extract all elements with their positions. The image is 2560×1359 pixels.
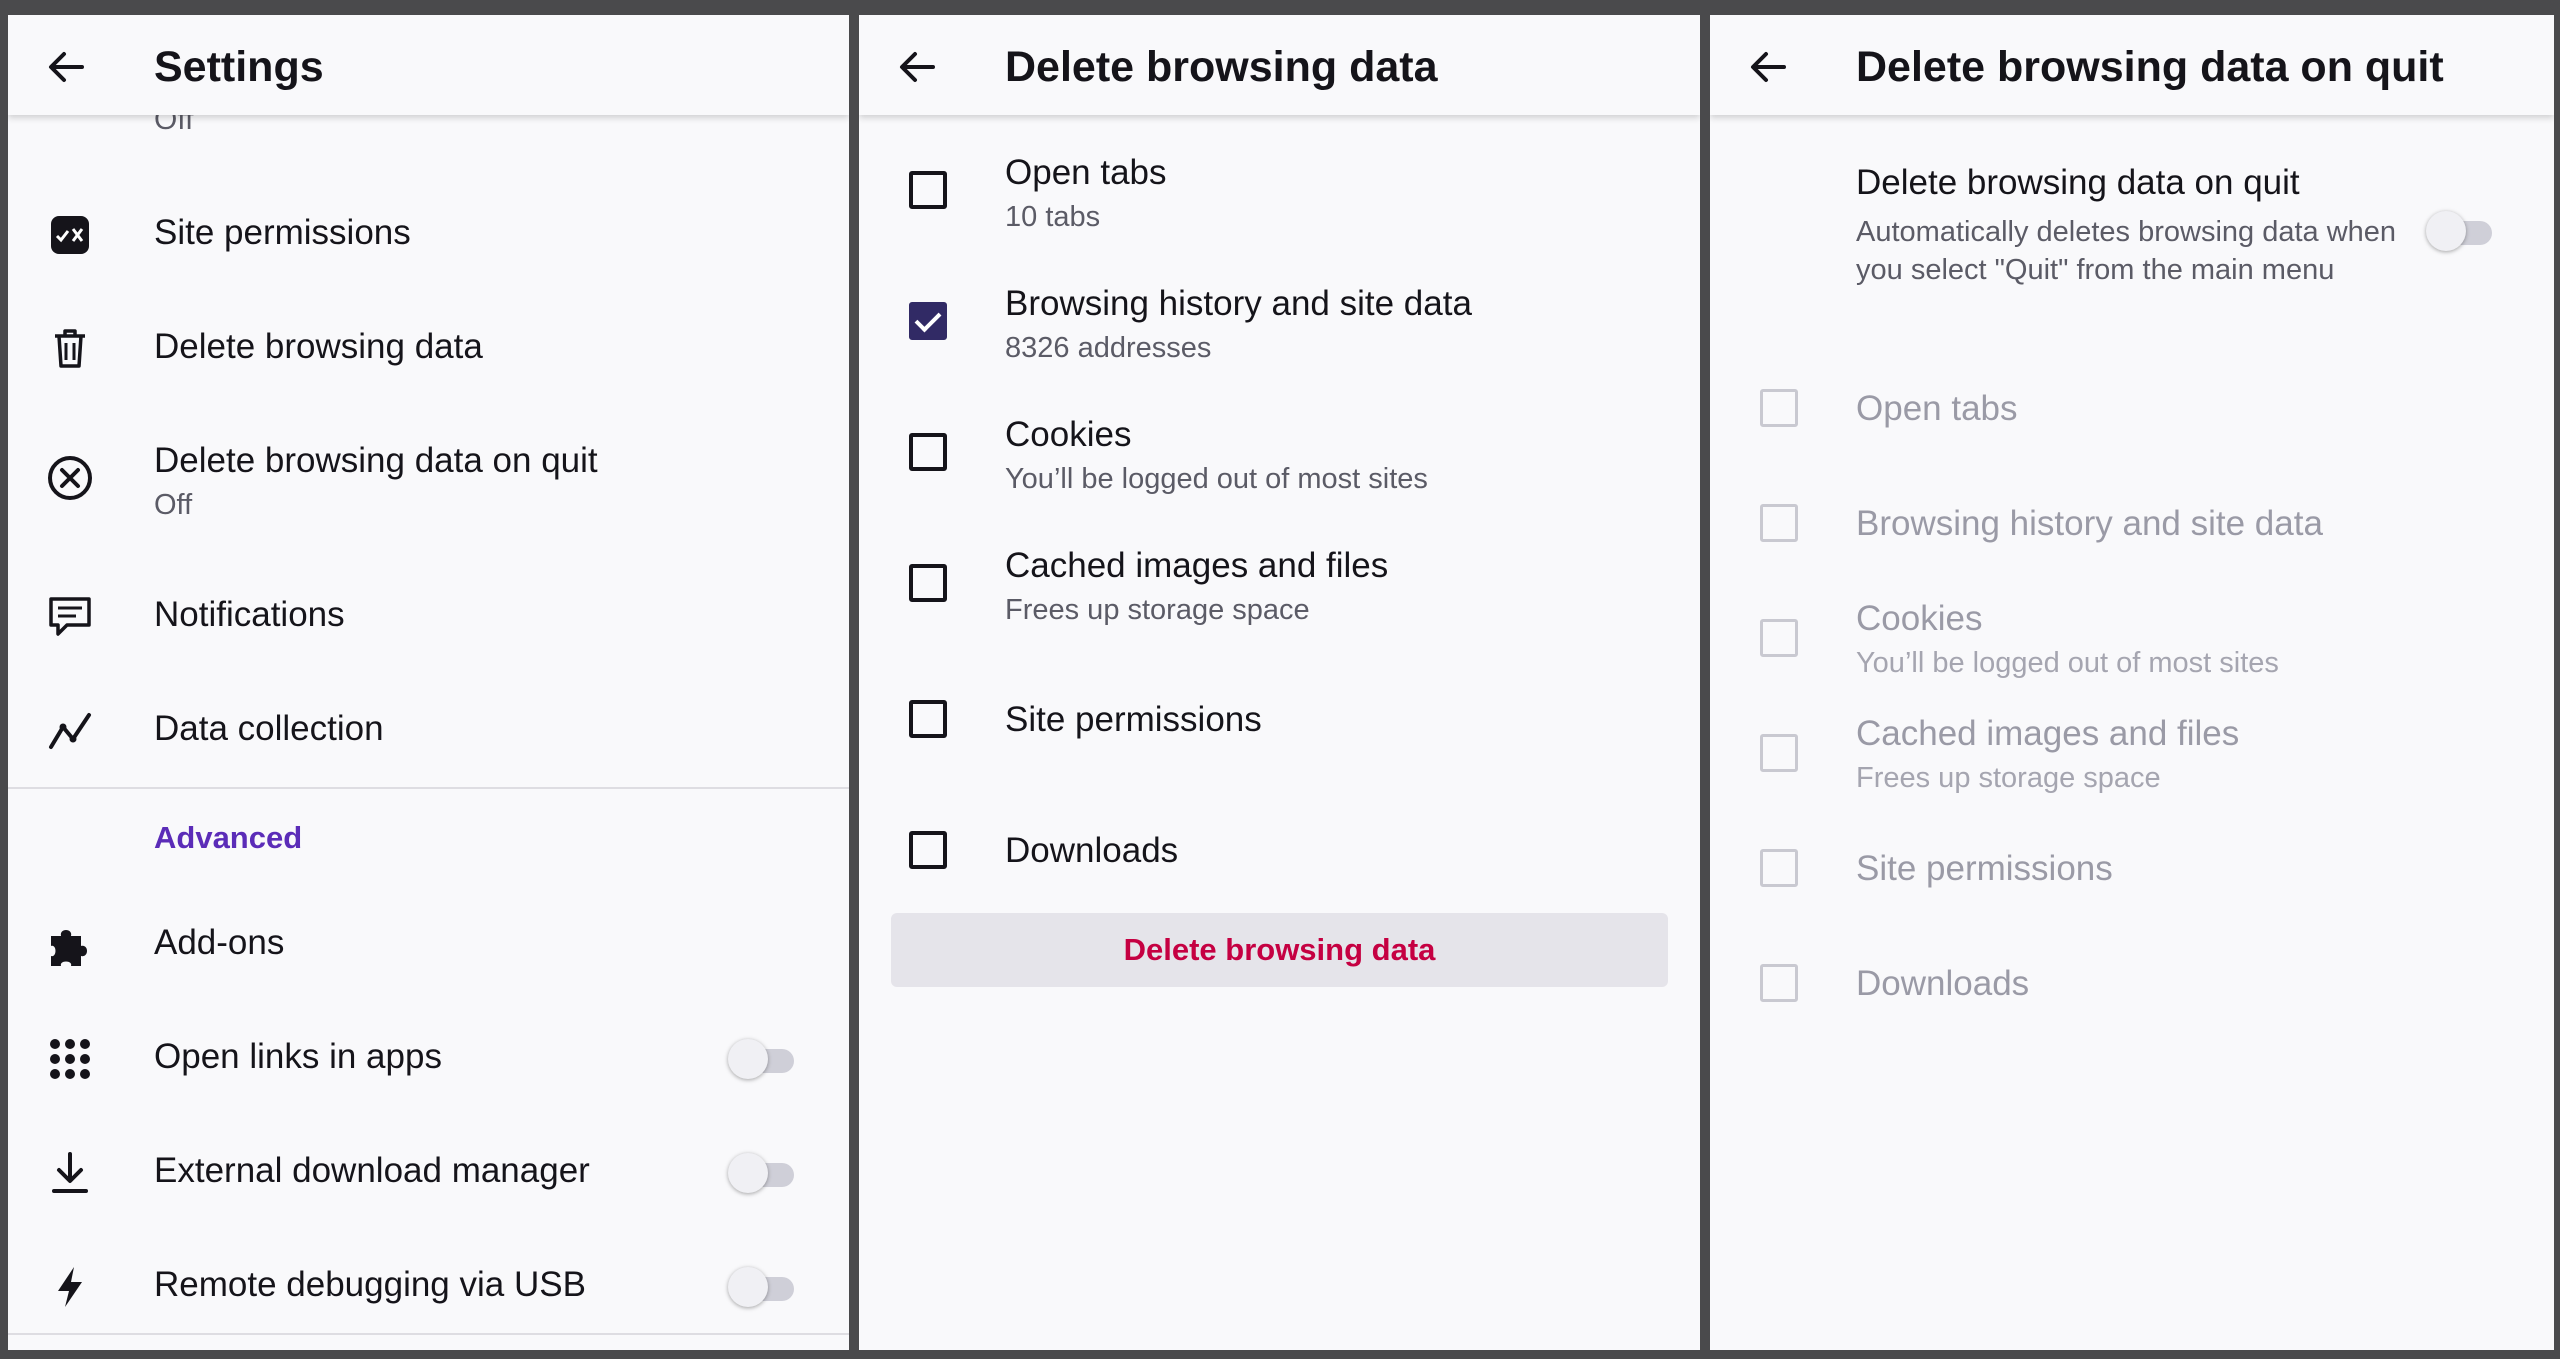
external-download-toggle[interactable] [728, 1153, 794, 1193]
quit-option-downloads[interactable]: Downloads [1710, 938, 2554, 1028]
settings-item-label: Remote debugging via USB [154, 1265, 586, 1304]
option-label: Site permissions [1005, 700, 1262, 739]
remote-debugging-toggle[interactable] [728, 1267, 794, 1307]
option-label: Downloads [1005, 831, 1179, 870]
notification-icon [40, 587, 100, 647]
option-downloads[interactable]: Downloads [859, 800, 1700, 900]
trash-icon [40, 319, 100, 379]
open-links-toggle[interactable] [728, 1039, 794, 1079]
quit-option-cookies[interactable]: Cookies You’ll be logged out of most sit… [1710, 593, 2554, 693]
delete-on-quit-panel: Delete browsing data on quit Delete brow… [1710, 15, 2554, 1350]
delete-data-top-bar: Delete browsing data [859, 15, 1700, 115]
option-cached-images[interactable]: Cached images and files Frees up storage… [859, 538, 1700, 638]
quit-option-open-tabs[interactable]: Open tabs [1710, 363, 2554, 453]
site-permissions-icon [40, 205, 100, 265]
settings-item-delete-browsing-data[interactable]: Delete browsing data [8, 309, 849, 389]
option-label: Cached images and files [1856, 714, 2240, 753]
settings-item-label: Site permissions [154, 213, 411, 252]
option-sub: 8326 addresses [1005, 332, 1212, 364]
settings-item-label: Open links in apps [154, 1037, 442, 1076]
circle-x-icon [40, 448, 100, 508]
settings-item-label: External download manager [154, 1151, 590, 1190]
checkbox-disabled[interactable] [1760, 964, 1798, 1002]
option-cookies[interactable]: Cookies You’ll be logged out of most sit… [859, 407, 1700, 507]
checkbox[interactable] [909, 831, 947, 869]
quit-option-site-permissions[interactable]: Site permissions [1710, 823, 2554, 913]
settings-item-label: Delete browsing data [154, 327, 483, 366]
option-site-permissions[interactable]: Site permissions [859, 669, 1700, 769]
checkbox[interactable] [909, 171, 947, 209]
page-title: Delete browsing data on quit [1856, 43, 2444, 91]
option-sub: Frees up storage space [1856, 762, 2161, 794]
settings-item-label: Notifications [154, 595, 345, 634]
settings-panel: Off Settings Site permissions Delete bro… [8, 15, 849, 1350]
settings-item-add-ons[interactable]: Add-ons [8, 905, 849, 985]
page-title: Delete browsing data [1005, 43, 1438, 91]
download-icon [40, 1143, 100, 1203]
back-button[interactable] [887, 39, 947, 95]
settings-item-remote-debugging[interactable]: Remote debugging via USB [8, 1247, 849, 1327]
checkbox-disabled[interactable] [1760, 734, 1798, 772]
checkbox[interactable] [909, 433, 947, 471]
back-arrow-icon [49, 52, 84, 82]
checkbox[interactable] [909, 564, 947, 602]
data-chart-icon [40, 701, 100, 761]
settings-item-open-links-in-apps[interactable]: Open links in apps [8, 1019, 849, 1099]
checkbox-checked[interactable] [909, 302, 947, 340]
option-label: Downloads [1856, 964, 2030, 1003]
option-label: Cached images and files [1005, 546, 1389, 585]
option-sub: 10 tabs [1005, 201, 1101, 233]
settings-item-data-collection[interactable]: Data collection [8, 691, 849, 771]
back-button[interactable] [36, 39, 96, 95]
settings-item-notifications[interactable]: Notifications [8, 577, 849, 657]
delete-on-quit-top-bar: Delete browsing data on quit [1710, 15, 2554, 115]
option-sub: You’ll be logged out of most sites [1856, 647, 2279, 679]
checkbox-disabled[interactable] [1760, 849, 1798, 887]
option-label: Site permissions [1856, 849, 2113, 888]
settings-item-label: Add-ons [154, 923, 285, 962]
delete-browsing-data-button[interactable]: Delete browsing data [891, 913, 1668, 987]
quit-option-browsing-history[interactable]: Browsing history and site data [1710, 478, 2554, 568]
option-label: Browsing history and site data [1856, 504, 2323, 543]
checkbox-disabled[interactable] [1760, 504, 1798, 542]
option-label: Open tabs [1005, 153, 1167, 192]
apps-grid-icon [40, 1029, 100, 1089]
delete-on-quit-toggle[interactable] [2426, 211, 2492, 251]
page-title: Settings [154, 43, 324, 91]
section-heading-advanced: Advanced [154, 820, 303, 855]
bottom-divider [8, 1333, 849, 1335]
settings-item-external-download-manager[interactable]: External download manager [8, 1133, 849, 1213]
settings-item-sub: Off [154, 489, 193, 521]
checkbox[interactable] [909, 700, 947, 738]
settings-item-label: Data collection [154, 709, 384, 748]
quit-toggle-description: Automatically deletes browsing data when… [1856, 216, 2397, 286]
settings-item-site-permissions[interactable]: Site permissions [8, 195, 849, 275]
back-arrow-icon [1751, 52, 1786, 82]
option-label: Cookies [1005, 415, 1132, 454]
section-divider [8, 787, 849, 789]
delete-browsing-data-panel: Delete browsing data Open tabs 10 tabs B… [859, 15, 1700, 1350]
back-button[interactable] [1738, 39, 1798, 95]
option-open-tabs[interactable]: Open tabs 10 tabs [859, 145, 1700, 245]
option-label: Browsing history and site data [1005, 284, 1472, 323]
option-browsing-history[interactable]: Browsing history and site data 8326 addr… [859, 276, 1700, 376]
checkbox-disabled[interactable] [1760, 619, 1798, 657]
option-label: Open tabs [1856, 389, 2018, 428]
back-arrow-icon [900, 52, 935, 82]
option-sub: You’ll be logged out of most sites [1005, 463, 1428, 495]
lightning-icon [40, 1257, 100, 1317]
settings-item-label: Delete browsing data on quit [154, 441, 598, 480]
quit-toggle-label: Delete browsing data on quit [1856, 163, 2300, 202]
option-sub: Frees up storage space [1005, 594, 1310, 626]
puzzle-icon [40, 915, 100, 975]
checkbox-disabled[interactable] [1760, 389, 1798, 427]
settings-item-delete-on-quit[interactable]: Delete browsing data on quit Off [8, 423, 849, 533]
settings-top-bar: Settings [8, 15, 849, 115]
quit-option-cached-images[interactable]: Cached images and files Frees up storage… [1710, 708, 2554, 808]
option-label: Cookies [1856, 599, 1983, 638]
